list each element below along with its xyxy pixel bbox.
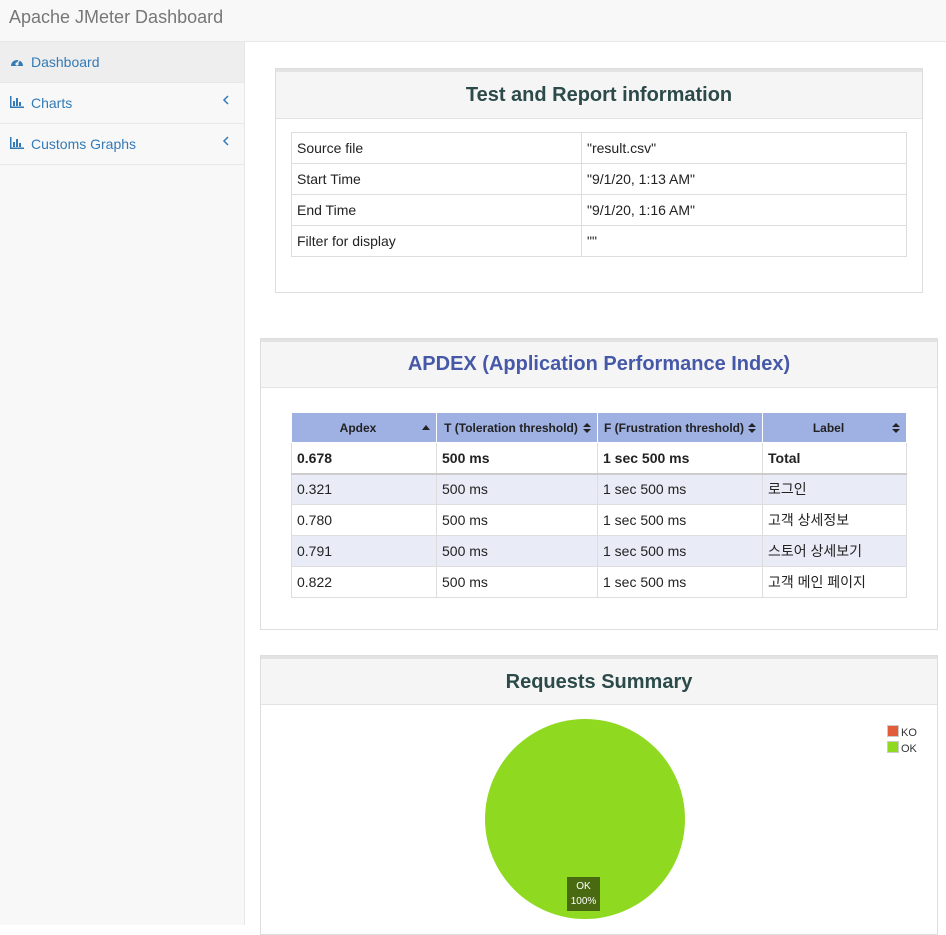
sidebar: Dashboard Charts Customs Graphs <box>0 42 245 925</box>
bar-chart-icon <box>10 96 24 108</box>
sort-icon <box>748 423 756 433</box>
column-header-apdex[interactable]: Apdex <box>291 412 437 443</box>
test-info-panel: Test and Report information Source file … <box>275 68 923 293</box>
apdex-title: APDEX (Application Performance Index) <box>261 339 937 388</box>
legend-label: KO <box>901 727 917 739</box>
cell-label: 고객 메인 페이지 <box>762 566 907 598</box>
table-row: 0.780 500 ms 1 sec 500 ms 고객 상세정보 <box>291 504 907 536</box>
cell-f: 1 sec 500 ms <box>597 473 763 505</box>
table-row: Start Time "9/1/20, 1:13 AM" <box>291 163 907 195</box>
cell-t: 500 ms <box>436 473 598 505</box>
cell-apdex: 0.791 <box>291 535 437 567</box>
info-label: End Time <box>291 194 582 226</box>
legend-swatch-ko <box>887 725 899 737</box>
sort-asc-icon <box>422 425 430 430</box>
apdex-panel: APDEX (Application Performance Index) Ap… <box>260 338 938 630</box>
table-header-row: Apdex T (Toleration threshold) F (Frustr… <box>291 412 907 443</box>
info-value: "9/1/20, 1:16 AM" <box>581 194 907 226</box>
legend-item-ok[interactable]: OK <box>887 741 917 755</box>
test-info-title: Test and Report information <box>276 69 922 119</box>
pie-slice-label: OK 100% <box>567 877 600 911</box>
cell-label: 고객 상세정보 <box>762 504 907 536</box>
chevron-left-icon <box>222 136 229 146</box>
table-row: 0.822 500 ms 1 sec 500 ms 고객 메인 페이지 <box>291 566 907 598</box>
sidebar-item-customs-graphs[interactable]: Customs Graphs <box>0 124 244 165</box>
column-header-toleration[interactable]: T (Toleration threshold) <box>436 412 598 443</box>
info-value: "result.csv" <box>581 132 907 164</box>
requests-summary-title: Requests Summary <box>261 656 937 705</box>
cell-label: 로그인 <box>762 473 907 505</box>
table-row: Source file "result.csv" <box>291 132 907 164</box>
cell-label: Total <box>762 442 907 475</box>
cell-label: 스토어 상세보기 <box>762 535 907 567</box>
cell-t: 500 ms <box>436 535 598 567</box>
header-label: T (Toleration threshold) <box>444 420 578 435</box>
cell-apdex: 0.678 <box>291 442 437 475</box>
sidebar-item-label: Customs Graphs <box>31 136 137 152</box>
slice-label-percent: 100% <box>570 896 597 907</box>
cell-apdex: 0.780 <box>291 504 437 536</box>
sidebar-item-dashboard[interactable]: Dashboard <box>0 42 244 83</box>
cell-f: 1 sec 500 ms <box>597 504 763 536</box>
test-info-table: Source file "result.csv" Start Time "9/1… <box>291 132 907 257</box>
header-label: F (Frustration threshold) <box>604 420 744 435</box>
bar-chart-icon <box>10 137 24 149</box>
sidebar-item-label: Charts <box>31 95 73 111</box>
cell-f: 1 sec 500 ms <box>597 442 763 475</box>
header-label: Apdex <box>339 420 377 435</box>
cell-t: 500 ms <box>436 442 598 475</box>
column-header-frustration[interactable]: F (Frustration threshold) <box>597 412 763 443</box>
cell-t: 500 ms <box>436 504 598 536</box>
legend-swatch-ok <box>887 741 899 753</box>
header-label: Label <box>812 420 845 435</box>
cell-apdex: 0.822 <box>291 566 437 598</box>
slice-label-name: OK <box>576 881 591 892</box>
sidebar-item-label: Dashboard <box>31 54 100 70</box>
info-label: Start Time <box>291 163 582 195</box>
top-navbar: Apache JMeter Dashboard <box>0 0 946 42</box>
cell-apdex: 0.321 <box>291 473 437 505</box>
cell-t: 500 ms <box>436 566 598 598</box>
cell-f: 1 sec 500 ms <box>597 566 763 598</box>
table-row-total: 0.678 500 ms 1 sec 500 ms Total <box>291 442 907 475</box>
info-value: "" <box>581 225 907 257</box>
legend-label: OK <box>901 743 917 755</box>
info-label: Source file <box>291 132 582 164</box>
info-label: Filter for display <box>291 225 582 257</box>
chevron-left-icon <box>222 95 229 105</box>
app-title[interactable]: Apache JMeter Dashboard <box>9 7 223 28</box>
cell-f: 1 sec 500 ms <box>597 535 763 567</box>
info-value: "9/1/20, 1:13 AM" <box>581 163 907 195</box>
table-row: 0.321 500 ms 1 sec 500 ms 로그인 <box>291 473 907 505</box>
sort-icon <box>892 423 900 433</box>
apdex-table: Apdex T (Toleration threshold) F (Frustr… <box>291 412 907 598</box>
table-row: End Time "9/1/20, 1:16 AM" <box>291 194 907 226</box>
column-header-label[interactable]: Label <box>762 412 907 443</box>
table-row: 0.791 500 ms 1 sec 500 ms 스토어 상세보기 <box>291 535 907 567</box>
dashboard-icon <box>11 58 23 66</box>
sidebar-item-charts[interactable]: Charts <box>0 83 244 124</box>
sort-icon <box>583 423 591 433</box>
table-row: Filter for display "" <box>291 225 907 257</box>
legend-item-ko[interactable]: KO <box>887 725 917 739</box>
